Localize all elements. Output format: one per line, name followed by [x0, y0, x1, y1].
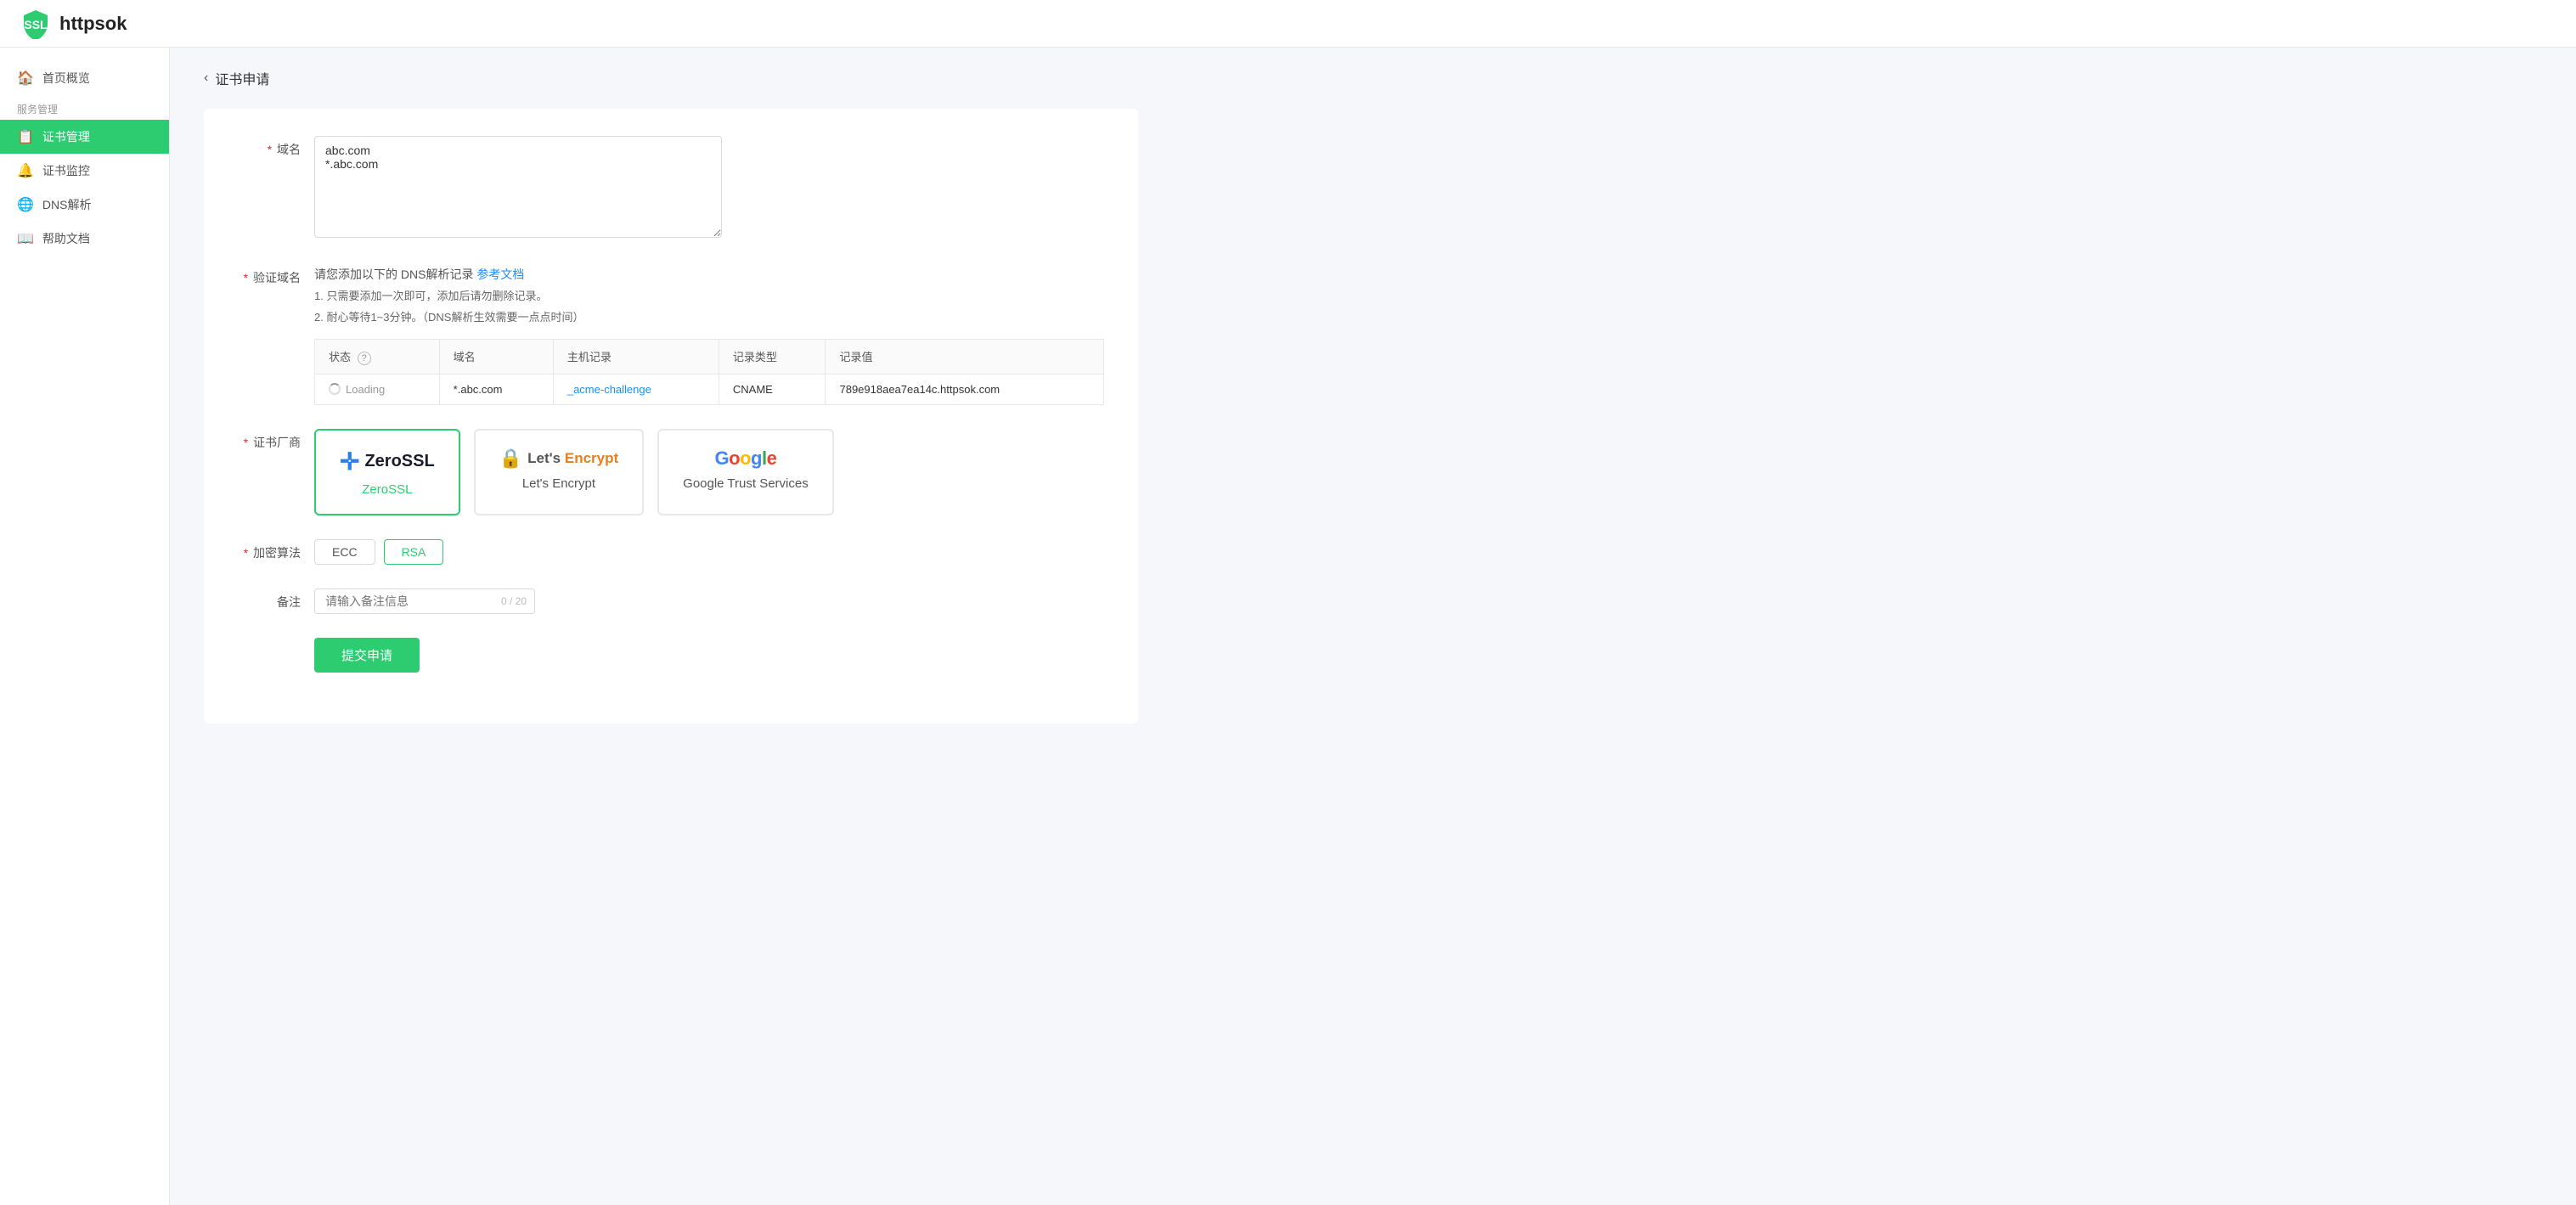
verify-domain-content: 请您添加以下的 DNS解析记录 参考文档 1. 只需要添加一次即可，添加后请勿删…: [314, 264, 1104, 405]
cert-application-form: * 域名 abc.com *.abc.com * 验证域名 请您添加以下的 DN…: [204, 109, 1138, 724]
algo-buttons: ECC RSA: [314, 539, 1104, 565]
google-logo: Google: [715, 448, 777, 470]
vendor-card-google[interactable]: Google Google Trust Services: [657, 429, 834, 515]
google-g-blue2: g: [751, 448, 762, 469]
svg-text:SSL: SSL: [24, 18, 48, 31]
vendor-card-letsencrypt[interactable]: 🔒 Let's Encrypt Let's Encrypt: [474, 429, 644, 515]
sidebar: 🏠 首页概览 服务管理 📋 证书管理 🔔 证书监控 🌐 DNS解析 📖 帮助文档: [0, 48, 170, 1205]
dns-icon: 🌐: [17, 196, 34, 213]
google-g-red: o: [729, 448, 740, 469]
vendor-name-google: Google Trust Services: [683, 476, 809, 491]
page-title: 证书申请: [215, 68, 269, 88]
help-icon: 📖: [17, 230, 34, 247]
sidebar-item-dns[interactable]: 🌐 DNS解析: [0, 188, 169, 222]
status-tooltip-icon[interactable]: ?: [358, 352, 371, 365]
loading-spinner-icon: [329, 383, 341, 395]
vendor-label: * 证书厂商: [238, 429, 314, 451]
vendor-row: * 证书厂商 ✛ ZeroSSL Zero: [238, 429, 1104, 515]
row-host-record: _acme-challenge: [553, 374, 719, 404]
vendor-card-zerossl[interactable]: ✛ ZeroSSL ZeroSSL: [314, 429, 460, 515]
ssl-shield-icon: SSL: [20, 8, 51, 39]
verify-domain-row: * 验证域名 请您添加以下的 DNS解析记录 参考文档 1. 只需要添加一次即可…: [238, 264, 1104, 405]
row-domain: *.abc.com: [439, 374, 553, 404]
sidebar-group-label: 服务管理: [0, 95, 169, 120]
main-layout: 🏠 首页概览 服务管理 📋 证书管理 🔔 证书监控 🌐 DNS解析 📖 帮助文档…: [0, 0, 2576, 1205]
submit-button[interactable]: 提交申请: [314, 638, 420, 673]
algo-content: ECC RSA: [314, 539, 1104, 565]
domain-label: * 域名: [238, 136, 314, 158]
submit-row: 提交申请: [238, 638, 1104, 673]
row-status: Loading: [315, 374, 440, 404]
letsencrypt-lets-text: Let's: [527, 450, 565, 466]
cert-monitor-icon: 🔔: [17, 162, 34, 179]
row-record-value: 789e918aea7ea14c.httpsok.com: [826, 374, 1104, 404]
remarks-row: 备注 0 / 20: [238, 588, 1104, 614]
sidebar-item-help-label: 帮助文档: [42, 230, 90, 247]
col-domain: 域名: [439, 339, 553, 374]
verify-table: 状态 ? 域名 主机记录 记录类型 记录值: [314, 339, 1104, 405]
col-host-record: 主机记录: [553, 339, 719, 374]
google-g-red2: e: [767, 448, 777, 469]
sidebar-item-dns-label: DNS解析: [42, 196, 92, 213]
zerossl-cross-icon: ✛: [340, 448, 359, 476]
google-g-blue: G: [715, 448, 730, 469]
vendor-name-zerossl: ZeroSSL: [362, 482, 412, 497]
row-record-type: CNAME: [719, 374, 826, 404]
algo-ecc-button[interactable]: ECC: [314, 539, 375, 565]
col-record-value: 记录值: [826, 339, 1104, 374]
main-content: ‹ 证书申请 * 域名 abc.com *.abc.com * 验证域名: [170, 48, 2576, 1205]
domain-row: * 域名 abc.com *.abc.com: [238, 136, 1104, 240]
sidebar-item-home-label: 首页概览: [42, 70, 90, 87]
verify-doc-link[interactable]: 参考文档: [476, 267, 524, 281]
verify-info-text: 请您添加以下的 DNS解析记录: [314, 267, 473, 281]
acme-challenge-link[interactable]: _acme-challenge: [567, 383, 651, 396]
back-button[interactable]: ‹: [204, 70, 208, 86]
cert-management-icon: 📋: [17, 128, 34, 145]
letsencrypt-lock-icon: 🔒: [499, 448, 522, 470]
table-row: Loading *.abc.com _acme-challenge CNAME …: [315, 374, 1104, 404]
letsencrypt-encrypt-text: Encrypt: [565, 450, 618, 466]
vendor-cards: ✛ ZeroSSL ZeroSSL 🔒 Let's Enc: [314, 429, 1104, 515]
letsencrypt-logo: 🔒 Let's Encrypt: [499, 448, 618, 470]
remarks-input-wrap: 0 / 20: [314, 588, 535, 614]
submit-content: 提交申请: [314, 638, 1104, 673]
sidebar-item-cert-label: 证书管理: [42, 128, 90, 145]
domain-content: abc.com *.abc.com: [314, 136, 1104, 240]
zerossl-logo: ✛ ZeroSSL: [340, 448, 435, 476]
google-g-yellow: o: [740, 448, 751, 469]
app-header: SSL httpsok: [0, 0, 2576, 48]
breadcrumb: ‹ 证书申请: [204, 68, 2542, 88]
algo-rsa-button[interactable]: RSA: [384, 539, 444, 565]
sidebar-item-cert-management[interactable]: 📋 证书管理: [0, 120, 169, 154]
zerossl-logo-text: ZeroSSL: [364, 452, 434, 471]
vendor-name-letsencrypt: Let's Encrypt: [522, 476, 595, 491]
sidebar-item-help[interactable]: 📖 帮助文档: [0, 222, 169, 256]
verify-note1: 1. 只需要添加一次即可，添加后请勿删除记录。: [314, 290, 547, 302]
remarks-input[interactable]: [314, 588, 535, 614]
vendor-content: ✛ ZeroSSL ZeroSSL 🔒 Let's Enc: [314, 429, 1104, 515]
sidebar-item-monitor-label: 证书监控: [42, 162, 90, 179]
remarks-label: 备注: [238, 588, 314, 611]
domain-input[interactable]: abc.com *.abc.com: [314, 136, 722, 238]
verify-domain-label: * 验证域名: [238, 264, 314, 286]
algo-label: * 加密算法: [238, 539, 314, 561]
algo-row: * 加密算法 ECC RSA: [238, 539, 1104, 565]
table-header-row: 状态 ? 域名 主机记录 记录类型 记录值: [315, 339, 1104, 374]
sidebar-item-home[interactable]: 🏠 首页概览: [0, 61, 169, 95]
row-status-text: Loading: [346, 383, 385, 396]
home-icon: 🏠: [17, 70, 34, 87]
remarks-content: 0 / 20: [314, 588, 1104, 614]
sidebar-item-cert-monitor[interactable]: 🔔 证书监控: [0, 154, 169, 188]
verify-note2: 2. 耐心等待1~3分钟。（DNS解析生效需要一点点时间）: [314, 311, 583, 324]
app-title: httpsok: [59, 13, 127, 35]
logo-area: SSL httpsok: [20, 8, 127, 39]
col-record-type: 记录类型: [719, 339, 826, 374]
verify-info: 请您添加以下的 DNS解析记录 参考文档 1. 只需要添加一次即可，添加后请勿删…: [314, 264, 1104, 329]
col-status: 状态 ?: [315, 339, 440, 374]
